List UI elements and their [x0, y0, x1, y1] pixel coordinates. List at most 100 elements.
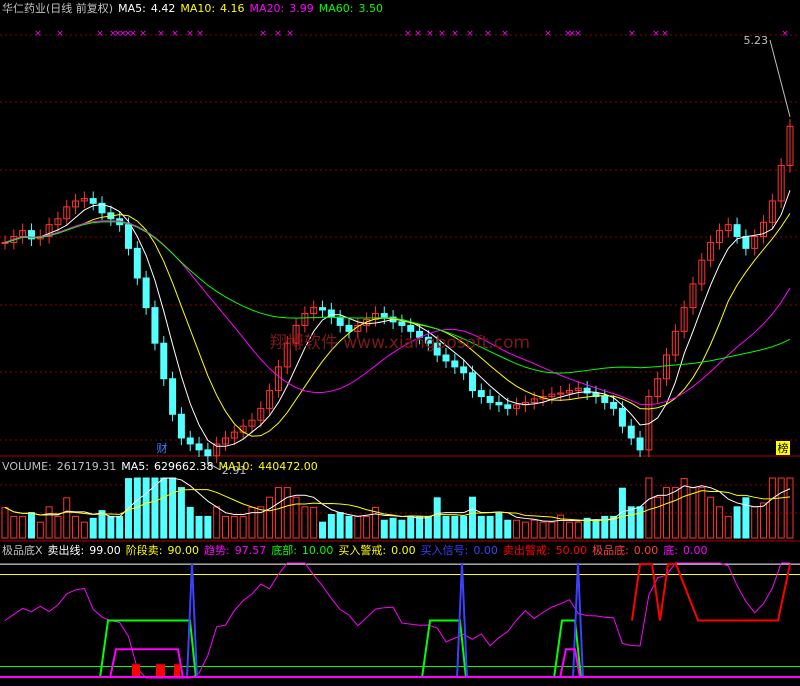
candle: [760, 215, 768, 244]
top-signal-mark-28: ×: [628, 29, 636, 39]
volume-header: VOLUME: 261719.31 MA5: 629662.38 MA10: 440472…: [2, 459, 323, 475]
top-signal-mark-13: ×: [259, 29, 267, 39]
candle: [319, 300, 327, 318]
volume-bar: [107, 515, 115, 539]
top-signal-mark-12: ×: [196, 29, 204, 39]
top-signal-mark-19: ×: [438, 29, 446, 39]
best-bottom-block-2: [174, 664, 180, 678]
volume-bar: [777, 477, 785, 539]
volume-bar: [336, 512, 344, 539]
volume-bar: [1, 506, 9, 539]
candle: [327, 302, 335, 325]
volume-bar: [142, 477, 150, 539]
candle: [151, 300, 159, 351]
volume-bar: [310, 506, 318, 539]
ma10-line: [4, 213, 791, 437]
volume-bar: [248, 506, 256, 539]
volume-bar: [742, 497, 750, 539]
candle: [19, 223, 27, 244]
volume-bar: [416, 515, 424, 539]
volume-bar: [63, 497, 71, 539]
candle: [45, 217, 53, 244]
best-bottom-block-1: [156, 664, 165, 678]
marker-bang: 榜: [778, 441, 789, 455]
volume-bar: [98, 510, 106, 539]
candle-body: [204, 449, 212, 457]
candle: [169, 371, 177, 422]
indicator-header: 极品底X 卖出线: 99.00 阶段卖: 90.00 趋势: 97.57 底部: 10.00 买入…: [2, 543, 713, 559]
candle-body: [742, 236, 750, 249]
candle: [398, 314, 406, 333]
candle-body: [336, 316, 344, 326]
volume-bar: [627, 506, 635, 539]
volume-bar: [477, 515, 485, 539]
candle-body: [133, 247, 141, 279]
top-signal-mark-0: ×: [34, 29, 42, 39]
candles-group: [1, 119, 794, 463]
top-signal-mark-11: ×: [186, 29, 194, 39]
candle: [768, 193, 776, 230]
volume-bar: [19, 515, 27, 539]
candle: [230, 424, 238, 446]
candle: [160, 336, 168, 386]
candle-body: [468, 372, 476, 392]
candle: [574, 381, 582, 398]
volume-bar: [89, 517, 97, 539]
field-sell-alert-value: 50.00: [555, 544, 588, 557]
volume-bar: [389, 517, 397, 539]
volume-bar: [786, 477, 794, 539]
stock-chart[interactable]: × × × ××××× × × × × × × × × × × × × × × × × × ××× × × × ×5.232.91…: [0, 0, 800, 682]
volume-bar: [266, 496, 274, 539]
top-signal-mark-1: ×: [56, 29, 64, 39]
candle: [495, 395, 503, 412]
volume-bar: [80, 521, 88, 539]
candle: [72, 193, 80, 214]
volume-bar: [768, 477, 776, 539]
volume-bar: [504, 519, 512, 539]
candle-body: [477, 390, 485, 398]
candle: [627, 419, 635, 446]
top-signal-mark-29: ×: [652, 29, 660, 39]
candle: [239, 419, 247, 440]
candle-body: [486, 396, 494, 403]
candle-body: [451, 360, 459, 368]
candle: [663, 347, 671, 386]
price-header: 华仁药业(日线 前复权) MA5: 4.42 MA10: 4.16 MA20: 3.99 MA…: [2, 1, 388, 17]
volume-label: VOLUME:: [2, 460, 52, 473]
candle: [601, 389, 609, 410]
candle: [521, 395, 529, 412]
volume-bar: [751, 506, 759, 539]
candle: [468, 365, 476, 398]
field-buy-signal-label: 买入信号:: [420, 544, 469, 557]
candle-body: [380, 313, 388, 318]
candle-body: [442, 354, 450, 362]
vol-ma5-value: 629662.38: [154, 460, 214, 473]
volume-bar: [116, 515, 124, 539]
volume-bar: [230, 515, 238, 539]
field-stage-sell-label: 阶段卖:: [125, 544, 163, 557]
volume-bar: [645, 477, 653, 539]
volume-bar: [407, 515, 415, 539]
ma60-value: 3.50: [358, 2, 383, 15]
field-buy-signal-value: 0.00: [473, 544, 498, 557]
field-trend-label: 趋势:: [203, 544, 230, 557]
candle: [301, 306, 309, 333]
candle: [486, 389, 494, 410]
candle-body: [618, 407, 626, 427]
watermark: 翔博软件 www.xiangbosoft.com: [270, 333, 530, 353]
candle: [548, 387, 556, 404]
candle: [222, 430, 230, 452]
candle-body: [124, 224, 132, 249]
candle-body: [407, 324, 415, 332]
top-signal-mark-10: ×: [171, 29, 179, 39]
volume-bar: [380, 519, 388, 539]
volume-bar: [592, 519, 600, 539]
volume-bar: [548, 521, 556, 539]
volume-bar: [583, 517, 591, 539]
vol-ma5-label: MA5:: [121, 460, 150, 473]
volume-bar: [319, 521, 327, 539]
candle: [89, 191, 97, 211]
volume-group: [1, 477, 794, 539]
ma10-label: MA10:: [180, 2, 216, 15]
candle: [477, 383, 485, 404]
